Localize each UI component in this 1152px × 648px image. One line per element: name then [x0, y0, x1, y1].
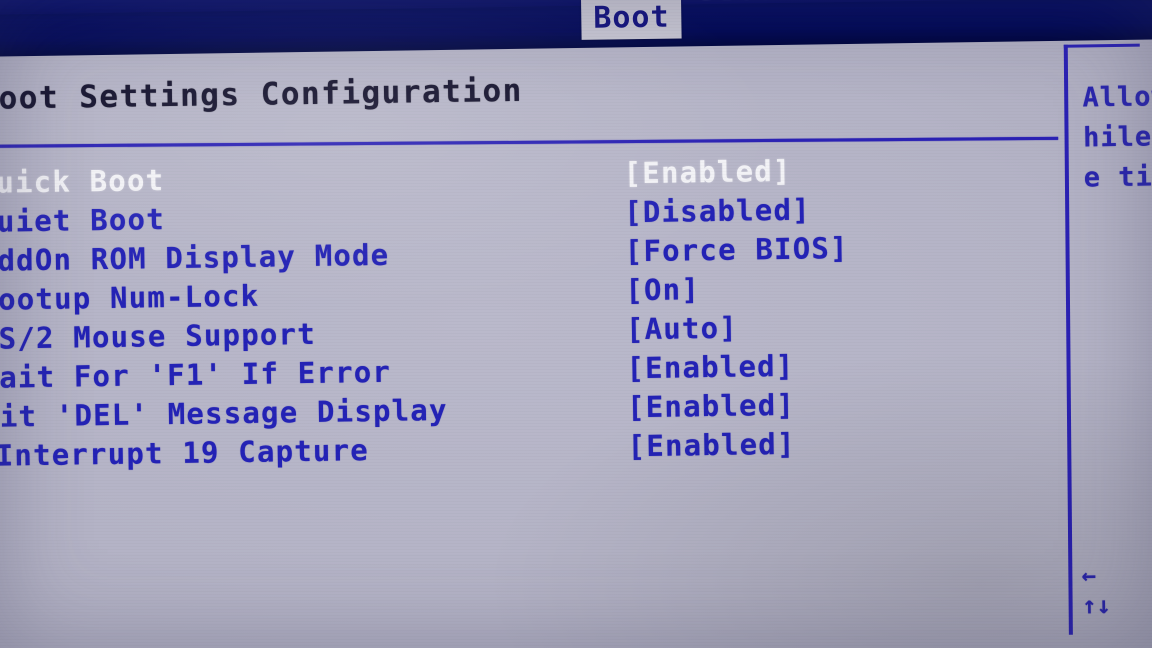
tab-boot[interactable]: Boot — [581, 0, 682, 40]
settings-list: Quick Boot [Enabled] Quiet Boot [Disabled] A… — [0, 149, 1058, 477]
setting-value[interactable]: [Enabled] — [627, 387, 795, 425]
setting-label: Wait For 'F1' If Error — [0, 354, 392, 395]
help-text: Allows BIOS to skip certain tests while … — [1082, 77, 1152, 194]
setting-value[interactable]: [Force BIOS] — [624, 230, 849, 269]
main-content: Boot Settings Configuration Quick Boot [E… — [0, 40, 1111, 648]
page-title: Boot Settings Configuration — [0, 72, 524, 117]
setting-value[interactable]: [Enabled] — [623, 153, 791, 191]
setting-value[interactable]: [Enabled] — [627, 426, 795, 464]
setting-value[interactable]: [Disabled] — [624, 192, 811, 231]
setting-value[interactable]: [Auto] — [626, 310, 738, 348]
header-separator — [0, 136, 1059, 148]
updown-arrow-icon[interactable]: ↑↓ — [1082, 590, 1111, 620]
setting-label: AddOn ROM Display Mode — [0, 237, 390, 278]
setting-value[interactable]: [Enabled] — [626, 348, 794, 386]
setting-value[interactable]: [On] — [625, 271, 700, 308]
setting-label: Interrupt 19 Capture — [0, 433, 370, 473]
back-arrow-icon[interactable]: ← — [1081, 560, 1110, 590]
menu-bar-top-strip — [0, 0, 1152, 16]
nav-legend: ← ↑↓ — [1081, 560, 1111, 620]
setting-label: Hit 'DEL' Message Display — [0, 392, 448, 434]
setting-label: Bootup Num-Lock — [0, 278, 260, 317]
setting-label: Quick Boot — [0, 163, 165, 200]
setting-label: Quiet Boot — [0, 202, 166, 239]
help-pane: Allows BIOS to skip certain tests while … — [1082, 77, 1152, 199]
setting-label: PS/2 Mouse Support — [0, 316, 317, 356]
screen-tilt-wrapper: BIOS SETUP UTILITY Boot Boot Settings Co… — [0, 0, 1152, 648]
bios-setup-screen: BIOS SETUP UTILITY Boot Boot Settings Co… — [0, 0, 1152, 648]
